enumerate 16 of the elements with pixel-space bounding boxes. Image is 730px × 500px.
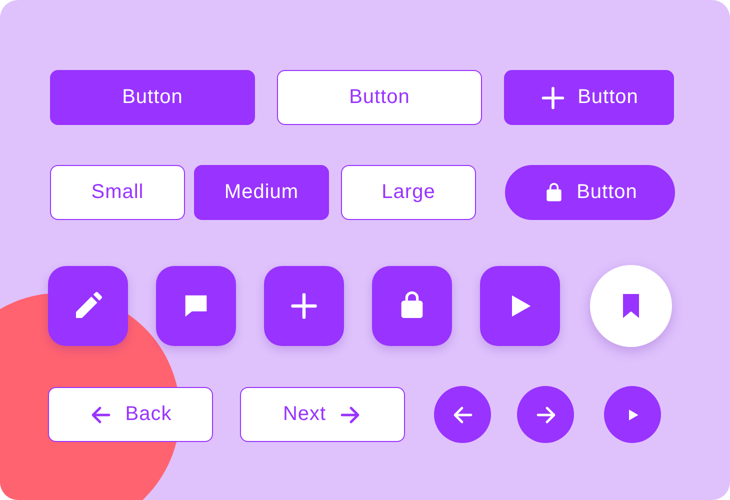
size-option[interactable]: Large xyxy=(341,165,476,220)
play-button[interactable] xyxy=(480,266,560,346)
back-button[interactable]: Back xyxy=(48,387,213,442)
button[interactable]: Button xyxy=(504,70,674,125)
next-button[interactable]: Next xyxy=(240,387,405,442)
pill-button[interactable]: Button xyxy=(505,165,675,220)
button[interactable]: Button xyxy=(277,70,482,125)
plus-icon xyxy=(289,291,319,321)
plus-icon xyxy=(540,84,566,110)
button[interactable]: Button xyxy=(50,70,255,125)
size-option[interactable]: Small xyxy=(50,165,185,220)
add-button[interactable] xyxy=(264,266,344,346)
size-option[interactable]: Medium xyxy=(194,165,329,220)
edit-button[interactable] xyxy=(48,266,128,346)
comment-button[interactable] xyxy=(156,266,236,346)
cart-button[interactable] xyxy=(372,266,452,346)
